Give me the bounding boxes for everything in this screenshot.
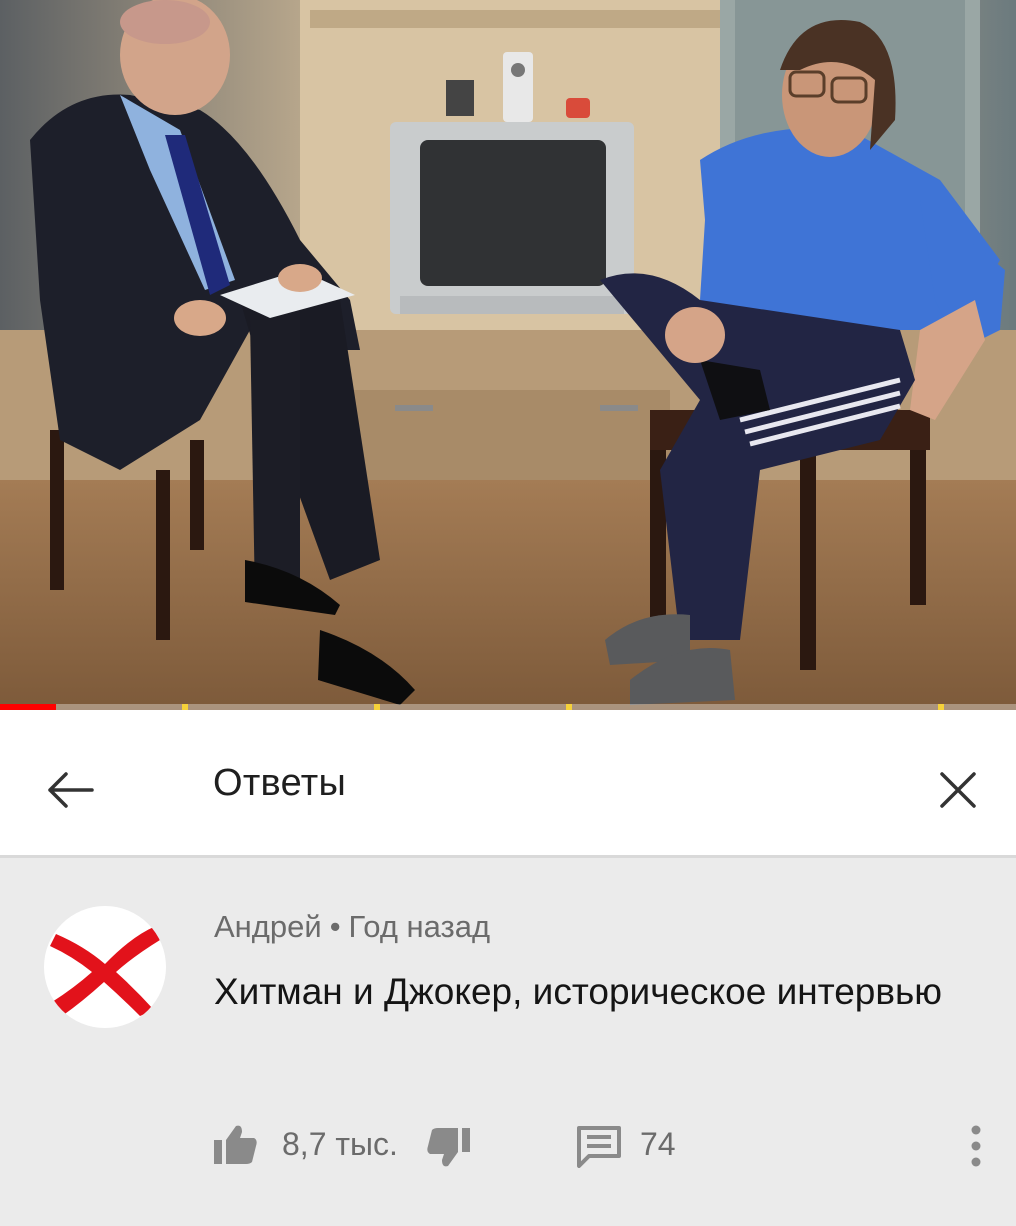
comment-text: Хитман и Джокер, историческое интервью	[214, 971, 943, 1012]
comment-author[interactable]: Андрей	[214, 909, 322, 944]
back-button[interactable]	[34, 754, 106, 826]
comment-meta: Андрей • Год назад	[214, 909, 490, 945]
more-options-button[interactable]	[958, 1116, 994, 1176]
replies-header: Ответы	[0, 710, 1016, 858]
comment-icon	[577, 1126, 621, 1168]
dislike-button[interactable]	[424, 1126, 472, 1170]
reply-button[interactable]	[575, 1124, 623, 1168]
reply-count: 74	[640, 1126, 676, 1162]
comment-item: Андрей • Год назад Хитман и Джокер, истори…	[0, 861, 1016, 1226]
panel-title: Ответы	[213, 762, 347, 804]
close-button[interactable]	[922, 754, 994, 826]
comment-actions: 8,7 тыс. 74	[0, 1116, 1016, 1176]
arrow-left-icon	[48, 772, 94, 808]
thumbs-up-icon	[214, 1125, 257, 1164]
thumbs-down-icon	[427, 1128, 470, 1167]
red-cross-icon	[50, 926, 160, 1016]
video-frame	[0, 0, 1016, 710]
video-player[interactable]	[0, 0, 1016, 710]
close-icon	[940, 772, 976, 808]
more-vertical-icon	[971, 1125, 981, 1167]
like-count: 8,7 тыс.	[282, 1126, 398, 1162]
meta-separator: •	[329, 909, 341, 944]
avatar[interactable]	[44, 906, 166, 1028]
like-button[interactable]	[212, 1122, 260, 1166]
comment-time: Год назад	[348, 909, 491, 944]
